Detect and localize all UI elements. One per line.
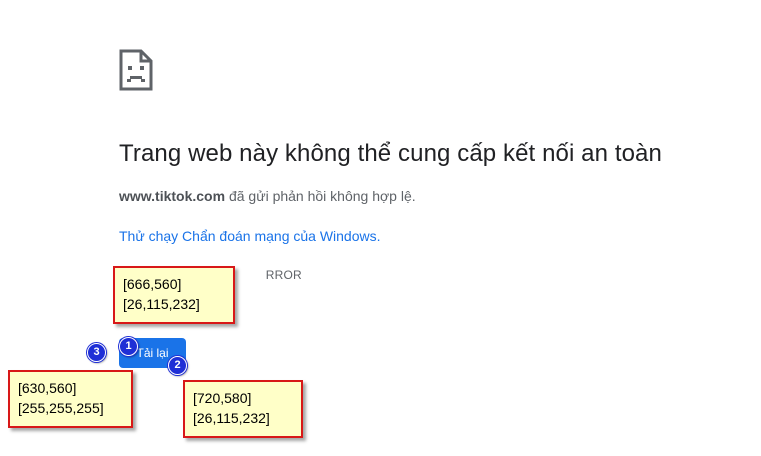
callout-3-line-1: [720,580] xyxy=(193,390,252,406)
description-text: đã gửi phản hồi không hợp lệ. xyxy=(225,188,416,204)
sad-page-icon xyxy=(119,49,153,91)
network-diagnostics-link[interactable]: Thử chạy Chẩn đoán mạng của Windows. xyxy=(119,228,381,244)
coordinate-callout-2: [630,560] [255,255,255] xyxy=(8,370,133,428)
error-code-visible-part: RROR xyxy=(265,268,302,282)
callout-2-line-2: [255,255,255] xyxy=(18,400,104,416)
coordinate-callout-1: [666,560] [26,115,232] xyxy=(113,266,235,324)
coordinate-callout-3: [720,580] [26,115,232] xyxy=(183,380,303,438)
marker-2: 2 xyxy=(168,356,187,375)
error-description: www.tiktok.com đã gửi phản hồi không hợp… xyxy=(119,188,416,204)
callout-3-line-2: [26,115,232] xyxy=(193,410,270,426)
host-name: www.tiktok.com xyxy=(119,188,226,204)
marker-3: 3 xyxy=(87,343,106,362)
callout-2-line-1: [630,560] xyxy=(18,380,77,396)
callout-1-line-2: [26,115,232] xyxy=(123,296,200,312)
callout-1-line-1: [666,560] xyxy=(123,276,182,292)
page-title: Trang web này không thể cung cấp kết nối… xyxy=(119,140,662,167)
marker-1: 1 xyxy=(119,337,138,356)
